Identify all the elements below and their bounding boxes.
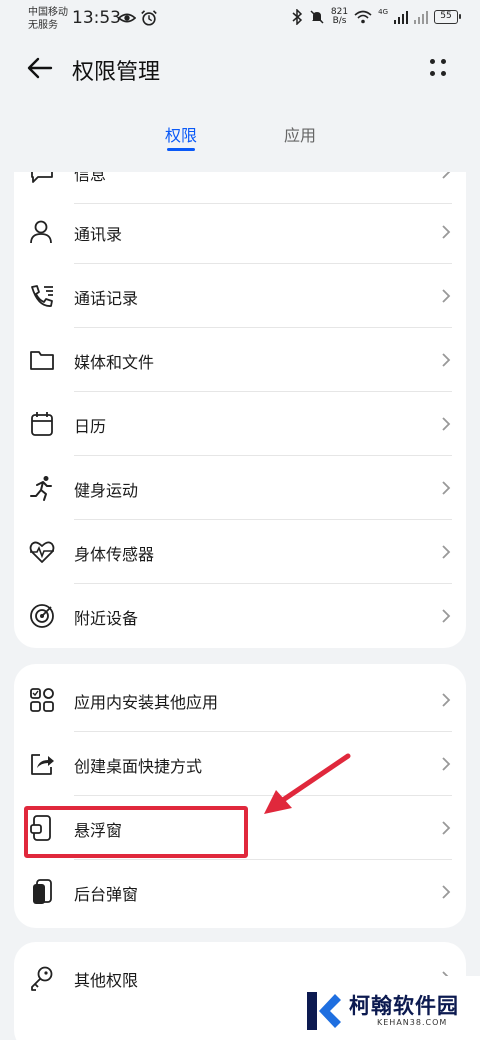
list-item-label: 后台弹窗 <box>74 885 139 904</box>
list-item-label: 应用内安装其他应用 <box>74 693 219 712</box>
message-icon <box>31 172 53 183</box>
chevron-right-icon <box>442 757 451 771</box>
tab-bar: 权限 应用 <box>0 118 480 158</box>
net-speed: 821 B/s <box>331 8 348 26</box>
list-item-fitness[interactable]: 健身运动 <box>14 456 466 520</box>
watermark-logo-icon <box>307 992 341 1030</box>
chevron-right-icon <box>442 693 451 707</box>
carrier-status: 无服务 <box>28 20 58 31</box>
status-time: 13:53 <box>72 8 121 28</box>
tab-permissions[interactable]: 权限 <box>165 122 197 146</box>
bluetooth-icon <box>292 9 303 25</box>
watermark: 柯翰软件园 KEHAN38.COM <box>285 976 480 1040</box>
carrier-info: 中国移动 无服务 <box>28 6 68 32</box>
chevron-right-icon <box>442 609 451 623</box>
tab-active-indicator <box>167 148 195 151</box>
signal-icon <box>394 11 408 24</box>
chevron-right-icon <box>442 289 451 303</box>
permission-group-1: 信息 通讯录 通话记录 媒体和文件 日历 健身运动 身体传感器 附近设备 <box>14 172 466 648</box>
watermark-url: KEHAN38.COM <box>377 1018 448 1027</box>
list-item-label: 信息 <box>74 172 107 184</box>
list-item-background-popup[interactable]: 后台弹窗 <box>14 860 466 924</box>
list-item-label: 通话记录 <box>74 289 139 308</box>
watermark-name: 柯翰软件园 <box>349 994 459 1018</box>
status-right: 821 B/s 4G 55 <box>291 8 461 26</box>
list-item-call-log[interactable]: 通话记录 <box>14 264 466 328</box>
background-popup-icon <box>33 879 52 904</box>
chevron-right-icon <box>442 353 451 367</box>
chevron-right-icon <box>442 885 451 899</box>
annotation-arrow-icon <box>264 753 351 814</box>
list-item-label: 身体传感器 <box>74 545 155 564</box>
chevron-right-icon <box>442 821 451 835</box>
back-arrow-icon <box>27 57 53 79</box>
chevron-right-icon <box>442 172 451 179</box>
list-item-label: 创建桌面快捷方式 <box>74 757 203 776</box>
tab-apps[interactable]: 应用 <box>284 122 316 146</box>
network-type: 4G <box>378 8 388 16</box>
annotation-highlight-box <box>24 806 248 858</box>
list-item-label: 媒体和文件 <box>74 353 155 372</box>
call-log-icon <box>31 285 53 307</box>
status-bar: 中国移动 无服务 13:53 821 B/s 4G 55 <box>0 0 480 36</box>
chevron-right-icon <box>442 545 451 559</box>
key-icon <box>31 966 53 991</box>
shortcut-icon <box>31 754 54 775</box>
wifi-icon <box>354 10 372 24</box>
chevron-right-icon <box>442 481 451 495</box>
app-grid-icon <box>30 688 54 712</box>
page-title: 权限管理 <box>72 60 161 85</box>
mute-icon <box>310 10 324 24</box>
list-item-install-apps[interactable]: 应用内安装其他应用 <box>14 668 466 732</box>
running-icon <box>30 476 52 501</box>
list-item-body-sensors[interactable]: 身体传感器 <box>14 520 466 584</box>
alarm-icon <box>141 10 157 26</box>
list-item-label: 健身运动 <box>74 481 139 500</box>
back-button[interactable] <box>22 52 58 84</box>
net-speed-unit: B/s <box>332 16 347 26</box>
list-item-label: 其他权限 <box>74 971 139 990</box>
nearby-devices-icon <box>30 604 54 628</box>
list-item-nearby-devices[interactable]: 附近设备 <box>14 584 466 648</box>
signal-icon <box>414 11 428 24</box>
list-item-label: 通讯录 <box>74 225 123 244</box>
list-item-label: 附近设备 <box>74 609 139 628</box>
carrier-name: 中国移动 <box>28 7 68 18</box>
list-item-contacts[interactable]: 通讯录 <box>14 200 466 264</box>
contacts-icon <box>30 220 52 244</box>
list-item-desktop-shortcut[interactable]: 创建桌面快捷方式 <box>14 732 466 796</box>
eye-icon <box>118 13 136 23</box>
battery-indicator: 55 <box>434 10 461 24</box>
permission-group-2: 应用内安装其他应用 创建桌面快捷方式 悬浮窗 后台弹窗 <box>14 664 466 928</box>
more-options-button[interactable] <box>424 52 454 84</box>
list-item-calendar[interactable]: 日历 <box>14 392 466 456</box>
chevron-right-icon <box>442 225 451 239</box>
list-item-media-files[interactable]: 媒体和文件 <box>14 328 466 392</box>
heart-rate-icon <box>29 541 55 563</box>
folder-icon <box>30 351 54 370</box>
more-dots-icon <box>430 59 435 64</box>
list-item-label: 日历 <box>74 417 107 436</box>
chevron-right-icon <box>442 417 451 431</box>
calendar-icon <box>31 412 53 436</box>
